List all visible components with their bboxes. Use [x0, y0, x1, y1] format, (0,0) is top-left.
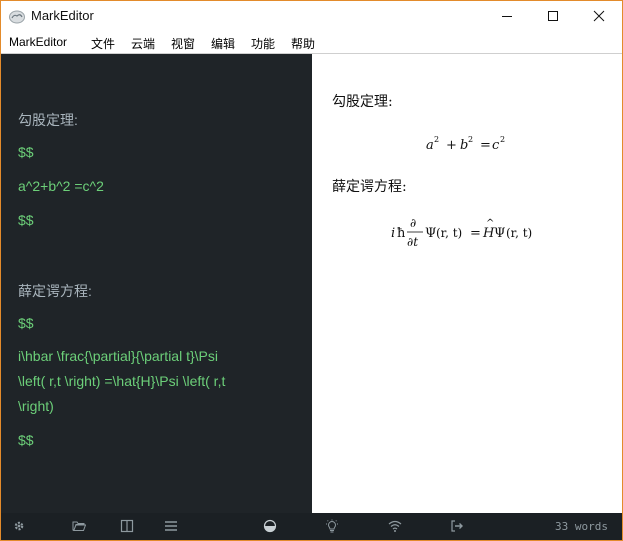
- maximize-button[interactable]: [530, 1, 576, 31]
- minimize-icon: [502, 16, 512, 17]
- editor-line[interactable]: a^2+b^2 =c^2: [18, 178, 104, 194]
- editor-line[interactable]: $$: [18, 432, 34, 448]
- split-view-icon[interactable]: [120, 519, 134, 533]
- editor-line[interactable]: \right): [18, 398, 54, 414]
- gear-icon[interactable]: [12, 519, 26, 533]
- formula-var-a: a: [426, 138, 434, 153]
- app-window: MarkEditor MarkEditor 文件 云端 视窗 编辑 功能 帮助 …: [0, 0, 623, 541]
- menu-window[interactable]: 视窗: [171, 35, 195, 52]
- formula-hbar: ħ: [397, 226, 406, 241]
- preview-pane: 勾股定理: a 2 + b 2 = c 2 薛定谔方程: i ħ ∂ ∂t Ψ: [312, 54, 622, 513]
- word-count: 33 words: [555, 520, 608, 533]
- formula-var-i: i: [391, 226, 395, 241]
- maximize-icon: [548, 11, 558, 21]
- title-bar[interactable]: MarkEditor: [1, 1, 622, 31]
- close-button[interactable]: [576, 1, 622, 31]
- theme-toggle-icon[interactable]: [263, 519, 277, 533]
- formula-exponent: 2: [500, 135, 505, 144]
- formula-args: (r, t): [506, 226, 532, 240]
- editor-line[interactable]: $$: [18, 315, 34, 331]
- folder-open-icon[interactable]: [72, 519, 86, 533]
- menu-cloud[interactable]: 云端: [131, 35, 155, 52]
- preview-heading: 勾股定理:: [332, 94, 393, 110]
- menu-markeditor[interactable]: MarkEditor: [9, 35, 67, 49]
- close-icon: [593, 10, 605, 22]
- export-icon[interactable]: [450, 519, 464, 533]
- editor-line[interactable]: i\hbar \frac{\partial}{\partial t}\Psi: [18, 348, 218, 364]
- menu-bar: MarkEditor 文件 云端 视窗 编辑 功能 帮助: [1, 31, 622, 53]
- editor-line[interactable]: \left( r,t \right) =\hat{H}\Psi \left( r…: [18, 373, 225, 389]
- formula-exponent: 2: [434, 135, 439, 144]
- menu-help[interactable]: 帮助: [291, 35, 315, 52]
- minimize-button[interactable]: [484, 1, 530, 31]
- preview-heading: 薛定谔方程:: [332, 179, 407, 195]
- formula-exponent: 2: [468, 135, 473, 144]
- formula-schrodinger: i ħ ∂ ∂t Ψ (r, t) = ^ H Ψ (r, t): [391, 216, 532, 249]
- formula-args: (r, t): [436, 226, 462, 240]
- formula-equals: =: [480, 138, 491, 153]
- formula-plus: +: [446, 138, 457, 153]
- formula-psi: Ψ: [425, 226, 436, 241]
- formula-psi: Ψ: [494, 226, 505, 241]
- window-title: MarkEditor: [31, 8, 94, 23]
- menu-file[interactable]: 文件: [91, 35, 115, 52]
- editor-line[interactable]: $$: [18, 212, 34, 228]
- wifi-icon[interactable]: [388, 519, 402, 533]
- markdown-editor[interactable]: 勾股定理: $$ a^2+b^2 =c^2 $$ 薛定谔方程: $$ i\hba…: [1, 54, 312, 513]
- formula-partial-t: ∂t: [407, 235, 418, 249]
- editor-line[interactable]: $$: [18, 144, 34, 160]
- menu-edit[interactable]: 编辑: [211, 35, 235, 52]
- status-bar: 33 words: [1, 513, 622, 540]
- formula-partial: ∂: [410, 216, 416, 230]
- list-icon[interactable]: [164, 519, 178, 533]
- editor-line[interactable]: 勾股定理:: [18, 110, 78, 130]
- editor-line[interactable]: 薛定谔方程:: [18, 281, 92, 301]
- app-logo-icon: [9, 9, 25, 24]
- formula-equals: =: [470, 226, 481, 241]
- menu-features[interactable]: 功能: [251, 35, 275, 52]
- bulb-icon[interactable]: [325, 519, 339, 533]
- formula-pythagorean: a 2 + b 2 = c 2: [426, 135, 505, 153]
- formula-var-c: c: [492, 138, 500, 153]
